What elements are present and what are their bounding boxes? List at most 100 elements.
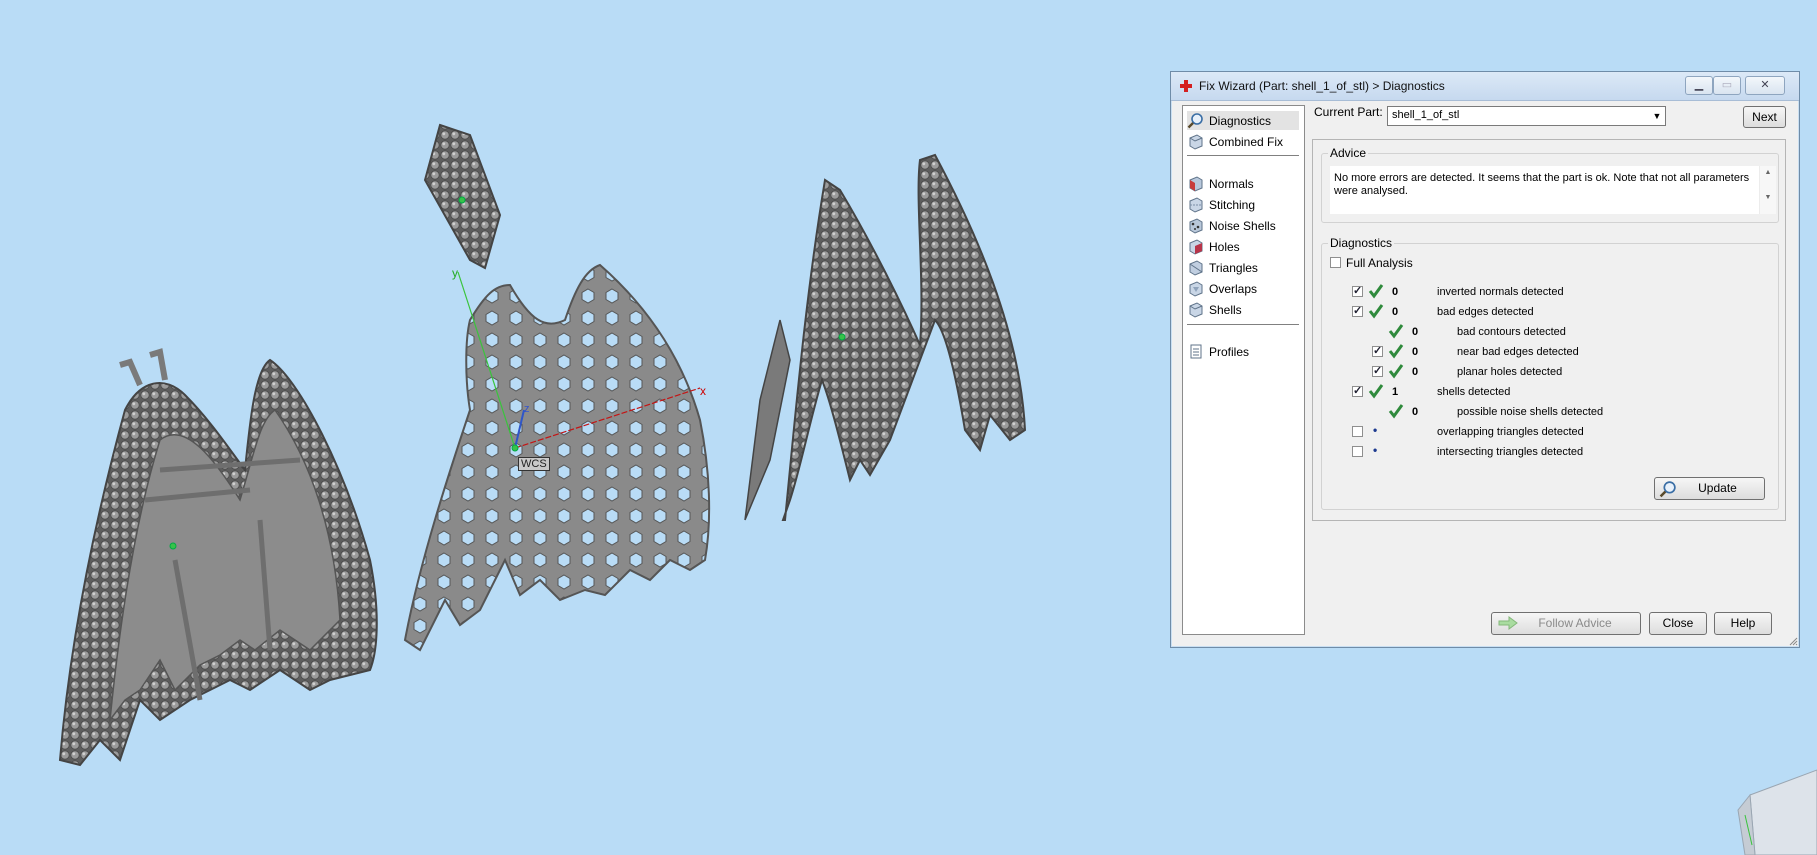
diag-label: planar holes detected bbox=[1457, 366, 1563, 378]
triangles-cube-icon bbox=[1189, 260, 1203, 276]
nav-item-normals[interactable]: Normals bbox=[1187, 174, 1299, 193]
advice-group: Advice No more errors are detected. It s… bbox=[1321, 146, 1779, 223]
nav-item-profiles[interactable]: Profiles bbox=[1187, 342, 1299, 361]
diag-label: overlapping triangles detected bbox=[1437, 426, 1584, 438]
nav-item-noise-shells[interactable]: Noise Shells bbox=[1187, 216, 1299, 235]
diagnostics-title: Diagnostics bbox=[1328, 236, 1395, 250]
stitching-cube-icon bbox=[1189, 197, 1203, 213]
current-part-value: shell_1_of_stl bbox=[1392, 109, 1460, 121]
nav-label: Triangles bbox=[1209, 260, 1258, 275]
nav-separator bbox=[1187, 324, 1299, 325]
advice-scrollbar[interactable]: ▲ ▼ bbox=[1759, 166, 1776, 214]
nav-label: Profiles bbox=[1209, 344, 1250, 359]
axis-y-label: y bbox=[452, 266, 458, 280]
nav-separator bbox=[1187, 155, 1299, 156]
next-button[interactable]: Next bbox=[1743, 106, 1786, 128]
nav-item-triangles[interactable]: Triangles bbox=[1187, 258, 1299, 277]
nav-item-holes[interactable]: Holes bbox=[1187, 237, 1299, 256]
maximize-button[interactable]: ▭ bbox=[1713, 76, 1741, 95]
update-label: Update bbox=[1698, 481, 1737, 495]
pendant-right-model bbox=[744, 153, 1027, 521]
magnifier-icon bbox=[1659, 481, 1676, 498]
full-analysis-checkbox[interactable] bbox=[1330, 257, 1341, 268]
diag-checkbox-planar-holes[interactable] bbox=[1372, 364, 1383, 377]
nav-label: Overlaps bbox=[1209, 281, 1258, 296]
wcs-label: WCS bbox=[518, 457, 550, 471]
dialog-title: Fix Wizard (Part: shell_1_of_stl) > Diag… bbox=[1199, 79, 1445, 93]
nav-item-combined-fix[interactable]: Combined Fix bbox=[1187, 132, 1299, 151]
scroll-down-icon[interactable]: ▼ bbox=[1760, 194, 1776, 201]
green-check-icon bbox=[1388, 344, 1404, 359]
nav-item-diagnostics[interactable]: Diagnostics bbox=[1187, 111, 1299, 130]
pendant-diamond-model bbox=[423, 123, 502, 270]
close-window-button[interactable]: ✕ bbox=[1745, 76, 1785, 95]
resize-grip-icon[interactable] bbox=[1788, 636, 1798, 646]
help-button[interactable]: Help bbox=[1714, 612, 1772, 635]
green-check-icon bbox=[1388, 404, 1404, 419]
diag-label: bad contours detected bbox=[1457, 326, 1566, 338]
diag-count: 0 bbox=[1412, 366, 1419, 378]
green-check-icon bbox=[1368, 304, 1384, 319]
document-icon bbox=[1190, 344, 1202, 359]
red-cross-icon bbox=[1180, 80, 1192, 92]
diag-count: 0 bbox=[1412, 406, 1419, 418]
diag-label: possible noise shells detected bbox=[1457, 406, 1604, 418]
close-button[interactable]: Close bbox=[1649, 612, 1707, 635]
diag-label: intersecting triangles detected bbox=[1437, 446, 1584, 458]
axis-z-label: z bbox=[524, 403, 530, 415]
dialog-titlebar[interactable]: Fix Wizard (Part: shell_1_of_stl) > Diag… bbox=[1171, 72, 1799, 101]
diag-label: near bad edges detected bbox=[1457, 346, 1579, 358]
full-analysis-label: Full Analysis bbox=[1346, 256, 1413, 270]
diag-checkbox-overlapping-triangles[interactable] bbox=[1352, 426, 1363, 437]
advice-text: No more errors are detected. It seems th… bbox=[1334, 172, 1750, 197]
noise-shells-icon bbox=[1189, 218, 1203, 234]
chevron-down-icon: ▼ bbox=[1652, 111, 1662, 121]
diag-label: inverted normals detected bbox=[1437, 286, 1564, 298]
nav-item-shells[interactable]: Shells bbox=[1187, 300, 1299, 319]
nav-label: Holes bbox=[1209, 239, 1240, 254]
nav-label: Noise Shells bbox=[1209, 218, 1276, 233]
arrow-right-icon bbox=[1498, 616, 1518, 630]
fix-wizard-dialog: Fix Wizard (Part: shell_1_of_stl) > Diag… bbox=[1170, 71, 1800, 648]
diag-checkbox-intersecting-triangles[interactable] bbox=[1352, 446, 1363, 457]
diag-checkbox-near-bad-edges[interactable] bbox=[1372, 344, 1383, 357]
current-part-label: Current Part: bbox=[1314, 105, 1383, 119]
not-analysed-dot-icon: • bbox=[1373, 423, 1378, 437]
not-analysed-dot-icon: • bbox=[1373, 443, 1378, 457]
diag-label: shells detected bbox=[1437, 386, 1511, 398]
diag-count: 0 bbox=[1412, 346, 1419, 358]
diag-count: 1 bbox=[1392, 386, 1399, 398]
follow-advice-button[interactable]: Follow Advice bbox=[1491, 612, 1641, 635]
advice-box: No more errors are detected. It seems th… bbox=[1330, 166, 1776, 214]
nav-item-stitching[interactable]: Stitching bbox=[1187, 195, 1299, 214]
minimize-button[interactable]: ▁ bbox=[1685, 76, 1713, 95]
nav-label: Stitching bbox=[1209, 197, 1256, 212]
nav-label: Diagnostics bbox=[1209, 113, 1272, 128]
diag-checkbox-inverted-normals[interactable] bbox=[1352, 284, 1363, 297]
green-check-icon bbox=[1368, 384, 1384, 399]
nav-label: Combined Fix bbox=[1209, 134, 1284, 149]
diag-count: 0 bbox=[1392, 286, 1399, 298]
diag-count: 0 bbox=[1392, 306, 1399, 318]
diag-checkbox-bad-edges[interactable] bbox=[1352, 304, 1363, 317]
overlaps-cube-icon bbox=[1189, 281, 1203, 297]
axis-x-label: x bbox=[700, 384, 706, 398]
green-check-icon bbox=[1388, 364, 1404, 379]
diag-label: bad edges detected bbox=[1437, 306, 1534, 318]
nav-label: Shells bbox=[1209, 302, 1242, 317]
follow-advice-label: Follow Advice bbox=[1538, 616, 1612, 630]
nav-label: Normals bbox=[1209, 176, 1254, 191]
normals-cube-icon bbox=[1189, 176, 1203, 192]
current-part-select[interactable]: shell_1_of_stl ▼ bbox=[1387, 106, 1666, 126]
cube-icon bbox=[1189, 134, 1203, 150]
scroll-up-icon[interactable]: ▲ bbox=[1760, 169, 1776, 176]
holes-cube-icon bbox=[1189, 239, 1203, 255]
diag-checkbox-shells[interactable] bbox=[1352, 384, 1363, 397]
diagnostics-panel: Advice No more errors are detected. It s… bbox=[1312, 139, 1786, 521]
pendant-left-model bbox=[58, 348, 378, 767]
nav-item-overlaps[interactable]: Overlaps bbox=[1187, 279, 1299, 298]
green-check-icon bbox=[1388, 324, 1404, 339]
update-button[interactable]: Update bbox=[1654, 477, 1765, 500]
diag-count: 0 bbox=[1412, 326, 1419, 338]
magnifier-icon bbox=[1187, 113, 1203, 129]
